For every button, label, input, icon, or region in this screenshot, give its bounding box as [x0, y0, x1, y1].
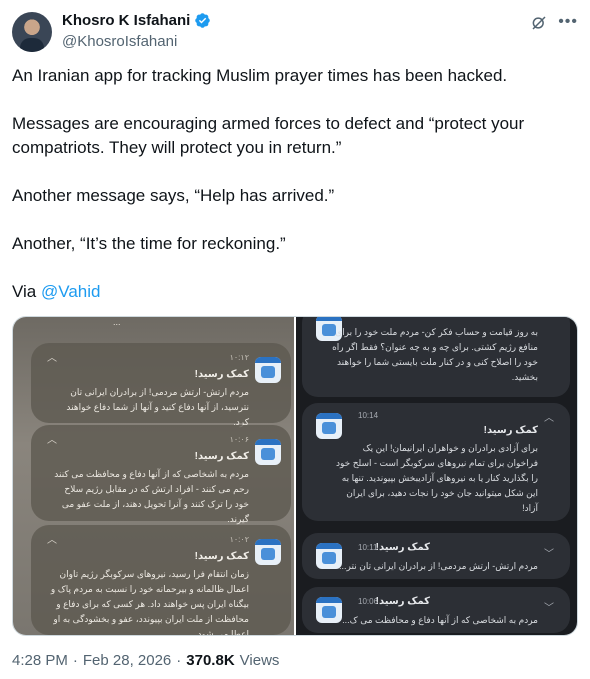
collapse-chevron-icon[interactable]: ︿ [47, 431, 57, 446]
notification-title: کمک رسید! [483, 425, 538, 436]
notification-body: مردم ارتش- ارتش مردمی! از برادران ایرانی… [339, 561, 538, 571]
notification-time: 10:14 [358, 411, 379, 420]
media-image-right[interactable]: ... به روز قیامت و حساب فکر کن- مردم ملت… [296, 317, 577, 635]
notification-title: ... [530, 317, 538, 320]
notification-card[interactable]: ︿ ۱۰:۱۲ کمک رسید! مردم ارتش- ارتش مردمی!… [31, 343, 291, 427]
via-line: Via @Vahid [12, 280, 578, 304]
notification-body: مردم ارتش- ارتش مردمی! از برادران ایرانی… [66, 387, 249, 427]
notification-time: ۱۰:۰۶ [229, 435, 249, 444]
notification-title: کمک رسید! [375, 596, 430, 607]
avatar[interactable] [12, 12, 52, 52]
views-count[interactable]: 370.8K [186, 652, 234, 669]
collapse-chevron-icon[interactable]: ︿ [47, 349, 57, 364]
tweet-footer: 4:28 PM · Feb 28, 2026 · 370.8K Views [12, 652, 279, 669]
tweet-media[interactable]: ... ︿ ۱۰:۱۲ کمک رسید! مردم ارتش- ارتش مر… [12, 316, 578, 636]
notification-card[interactable]: ︿ ۱۰:۰۶ کمک رسید! مردم به اشخاصی که از آ… [31, 425, 291, 524]
notification-card[interactable]: 10:06 ﹀ کمک رسید! مردم به اشخاصی که از آ… [302, 587, 570, 633]
tweet-header: Khosro K Isfahani @KhosroIsfahani ••• [12, 8, 578, 60]
tweet-time[interactable]: 4:28 PM [12, 652, 68, 669]
notification-title: کمک رسید! [194, 451, 249, 462]
separator-dot: · [176, 652, 182, 669]
tweet-paragraph: Another, “It’s the time for reckoning.” [12, 234, 286, 253]
notification-body: به روز قیامت و حساب فکر کن- مردم ملت خود… [332, 327, 538, 382]
separator-dot: · [72, 652, 78, 669]
media-image-left[interactable]: ... ︿ ۱۰:۱۲ کمک رسید! مردم ارتش- ارتش مر… [13, 317, 296, 635]
collapse-chevron-icon[interactable]: ︿ [544, 409, 554, 424]
views-label: Views [239, 652, 280, 669]
collapse-chevron-icon[interactable]: ︿ [47, 531, 57, 546]
notification-time: 10:11 [358, 543, 378, 552]
author-display-name[interactable]: Khosro K Isfahani [62, 12, 190, 29]
notification-card[interactable]: ︿ ۱۰:۰۲ کمک رسید! زمان انتقام فرا رسید، … [31, 525, 291, 635]
notification-title: کمک رسید! [194, 551, 249, 562]
left-top-fragment: ... [113, 317, 121, 327]
via-label: Via [12, 282, 37, 301]
app-icon [255, 357, 281, 383]
verified-badge-icon[interactable] [194, 12, 211, 29]
author-name-row: Khosro K Isfahani [62, 12, 211, 29]
expand-chevron-icon[interactable]: ﹀ [544, 599, 554, 614]
notification-title: کمک رسید! [375, 542, 430, 553]
expand-chevron-icon[interactable]: ﹀ [544, 545, 554, 560]
author-handle[interactable]: @KhosroIsfahani [62, 33, 177, 50]
notification-card[interactable]: 10:11 ﹀ کمک رسید! مردم ارتش- ارتش مردمی!… [302, 533, 570, 579]
tweet-paragraph: Another message says, “Help has arrived.… [12, 186, 335, 205]
tweet-paragraph: An Iranian app for tracking Muslim praye… [12, 66, 508, 85]
tweet-paragraph: Messages are encouraging armed forces to… [12, 114, 525, 157]
notification-time: ۱۰:۱۲ [229, 353, 249, 362]
notification-time: ۱۰:۰۲ [229, 535, 249, 544]
tweet-text: An Iranian app for tracking Muslim praye… [12, 64, 578, 328]
grok-icon[interactable] [530, 14, 548, 32]
tweet-date[interactable]: Feb 28, 2026 [83, 652, 171, 669]
notification-body: مردم به اشخاصی که از آنها دفاع و محافظت … [342, 615, 538, 625]
notification-body: زمان انتقام فرا رسید، نیروهای سرکوبگر رژ… [50, 569, 249, 636]
app-icon [255, 539, 281, 565]
notification-body: مردم به اشخاصی که از آنها دفاع و محافظت … [54, 469, 249, 524]
app-icon [316, 413, 342, 439]
notification-title: کمک رسید! [194, 369, 249, 380]
notification-card[interactable]: ... به روز قیامت و حساب فکر کن- مردم ملت… [302, 317, 570, 397]
notification-body: برای آزادی برادران و خواهران ایرانیمان! … [335, 443, 538, 513]
more-options-icon[interactable]: ••• [558, 14, 578, 30]
via-mention-link[interactable]: @Vahid [41, 282, 100, 301]
app-icon [255, 439, 281, 465]
notification-card-expanded[interactable]: 10:14 ︿ کمک رسید! برای آزادی برادران و خ… [302, 403, 570, 521]
